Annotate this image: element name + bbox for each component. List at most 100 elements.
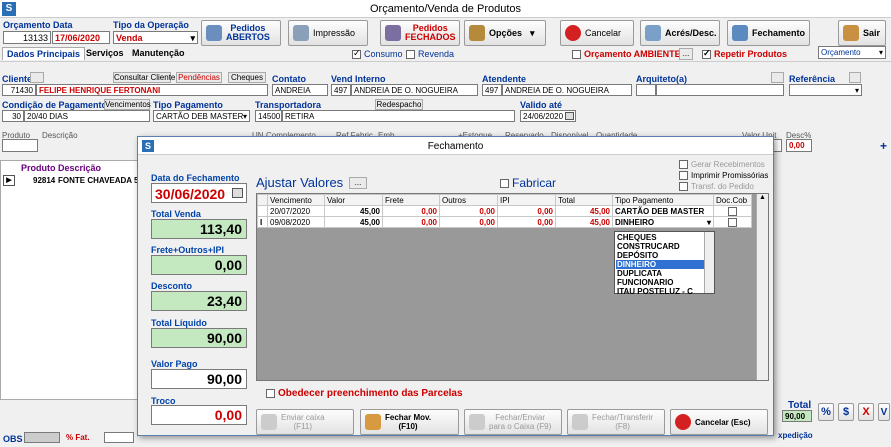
acres-desc-button[interactable]: Acrés/Desc. xyxy=(640,20,720,46)
dollar-button[interactable]: $ xyxy=(838,403,854,421)
obedecer-parcelas-checkbox[interactable]: Obedecer preenchimento das Parcelas xyxy=(266,388,463,399)
dropdown-scrollbar[interactable] xyxy=(704,232,714,293)
tipo-documento-select[interactable]: Orçamento ▾ xyxy=(818,46,886,59)
add-icon[interactable]: + xyxy=(880,139,887,153)
row-frete[interactable]: 0,00 xyxy=(382,205,440,217)
pendencias-button[interactable]: Pendências xyxy=(176,72,222,83)
arquiteto-nome-field[interactable] xyxy=(656,84,784,96)
dropdown-option[interactable]: DEPÓSITO xyxy=(617,251,658,260)
row-doc-cob[interactable] xyxy=(713,216,752,228)
valido-ate-field[interactable]: 24/06/2020 xyxy=(520,110,576,122)
contato-field[interactable]: ANDREIA xyxy=(272,84,328,96)
dropdown-option[interactable]: DUPLICATA xyxy=(617,269,662,278)
referencia-select[interactable]: ▾ xyxy=(789,84,862,96)
cheques-button[interactable]: Cheques xyxy=(228,72,266,83)
row-total[interactable]: 45,00 xyxy=(555,216,613,228)
row-ipi[interactable]: 0,00 xyxy=(497,205,556,217)
tipo-operacao-select[interactable]: Venda ▾ xyxy=(113,31,198,44)
vend-codigo-field[interactable]: 497 xyxy=(331,84,351,96)
vencimentos-button[interactable]: Vencimentos xyxy=(104,99,151,110)
atendente-codigo-field[interactable]: 497 xyxy=(482,84,502,96)
scroll-up-icon[interactable]: ▲ xyxy=(757,194,768,201)
condicao-codigo-field[interactable]: 30 xyxy=(2,110,24,122)
opcoes-button[interactable]: Opções ▾ xyxy=(464,20,546,46)
pedidos-fechados-button[interactable]: Pedidos FECHADOS xyxy=(380,20,460,46)
row-tipo-select[interactable]: DINHEIRO ▾ xyxy=(612,216,714,228)
row-vencimento[interactable]: 09/08/2020 xyxy=(267,216,325,228)
transp-nome-field[interactable]: RETIRA xyxy=(282,110,515,122)
condicao-nome-field[interactable]: 20/40 DIAS xyxy=(24,110,150,122)
imprimir-promissorias-checkbox[interactable]: Imprimir Promissórias xyxy=(679,171,768,181)
tab-dados-principais[interactable]: Dados Principais xyxy=(2,47,86,60)
row-valor[interactable]: 45,00 xyxy=(324,216,383,228)
fabricar-checkbox[interactable]: Fabricar xyxy=(500,176,556,190)
table-row[interactable]: I 09/08/2020 45,00 0,00 0,00 0,00 45,00 … xyxy=(257,216,752,228)
tipo-pagamento-dropdown[interactable]: CHEQUES CONSTRUCARD DEPÓSITO DINHEIRO DU… xyxy=(614,231,715,296)
row-ipi[interactable]: 0,00 xyxy=(497,216,556,228)
tab-servicos[interactable]: Serviços xyxy=(82,47,128,60)
row-vencimento[interactable]: 20/07/2020 xyxy=(267,205,325,217)
calendar-icon[interactable] xyxy=(232,188,243,198)
tab-manutencao[interactable]: Manutenção xyxy=(128,47,189,60)
consumo-checkbox[interactable]: Consumo xyxy=(352,48,403,60)
tipo-pagamento-select[interactable]: CARTÃO DEB MASTER ▾ xyxy=(153,110,250,122)
repetir-produtos-checkbox[interactable]: Repetir Produtos xyxy=(702,48,787,60)
orcamento-field[interactable]: 13133 xyxy=(3,31,51,44)
cancelar-esc-button[interactable]: Cancelar (Esc) xyxy=(670,409,768,435)
fechar-enviar-button[interactable]: Fechar/Enviar para o Caixa (F9) xyxy=(464,409,562,435)
pedidos-abertos-button[interactable]: Pedidos ABERTOS xyxy=(201,20,281,46)
orc-ambiente-checkbox[interactable]: Orçamento AMBIENTE xyxy=(572,49,681,60)
cliente-nome-field[interactable]: FELIPE HENRIQUE FERTONANI xyxy=(36,84,268,96)
cancelar-button[interactable]: Cancelar xyxy=(560,20,634,46)
dropdown-option-selected[interactable]: DINHEIRO xyxy=(616,260,704,269)
redespacho-button[interactable]: Redespacho xyxy=(375,99,423,110)
consultar-cliente-button[interactable]: Consultar Cliente xyxy=(113,72,175,83)
revenda-checkbox[interactable]: Revenda xyxy=(406,49,454,60)
dropdown-option[interactable]: ITAU POSTELUZ - C xyxy=(617,287,703,296)
row-outros[interactable]: 0,00 xyxy=(439,216,498,228)
row-outros[interactable]: 0,00 xyxy=(439,205,498,217)
delete-button[interactable]: X xyxy=(858,403,874,421)
transp-codigo-field[interactable]: 14500 xyxy=(255,110,282,122)
arquiteto-search-button[interactable] xyxy=(771,72,784,83)
enviar-caixa-button[interactable]: Enviar caixa (F11) xyxy=(256,409,354,435)
atendente-nome-field[interactable]: ANDREIA DE O. NOGUEIRA xyxy=(502,84,632,96)
row-total[interactable]: 45,00 xyxy=(555,205,613,217)
referencia-search-button[interactable] xyxy=(849,72,861,83)
data-fechamento-field[interactable]: 30/06/2020 xyxy=(151,183,247,203)
fechar-mov-button[interactable]: Fechar Mov. (F10) xyxy=(360,409,459,435)
row-tipo[interactable]: CARTÃO DEB MASTER xyxy=(612,205,714,217)
row-frete[interactable]: 0,00 xyxy=(382,216,440,228)
sair-button[interactable]: Sair xyxy=(838,20,886,46)
vend-interno-label: Vend Interno xyxy=(331,74,386,84)
fat-field[interactable] xyxy=(104,432,134,443)
fechar-transferir-button[interactable]: Fechar/Transferir (F8) xyxy=(567,409,665,435)
arquiteto-codigo-field[interactable] xyxy=(636,84,656,96)
orc-ambiente-dots-button[interactable]: ... xyxy=(679,48,693,60)
row-doc-cob[interactable] xyxy=(713,205,752,217)
row-valor[interactable]: 45,00 xyxy=(324,205,383,217)
obs-field[interactable] xyxy=(24,432,60,443)
gerar-recebimentos-checkbox[interactable]: Gerar Recebimentos xyxy=(679,160,765,170)
table-row[interactable]: ▶ 92814 FONTE CHAVEADA 5 xyxy=(1,175,141,187)
desc-pct-input[interactable]: 0,00 xyxy=(786,139,812,152)
checkbox-icon xyxy=(679,160,688,170)
dropdown-option[interactable]: CHEQUES xyxy=(617,233,657,242)
vend-nome-field[interactable]: ANDREIA DE O. NOGUEIRA xyxy=(351,84,478,96)
ajustar-valores-button[interactable]: ... xyxy=(349,177,367,189)
confirm-button[interactable]: V xyxy=(878,403,890,421)
cliente-search-button[interactable] xyxy=(30,72,44,83)
fechamento-button[interactable]: Fechamento xyxy=(727,20,810,46)
valor-pago-field[interactable]: 90,00 xyxy=(151,369,247,389)
dropdown-option[interactable]: FUNCIONARIO xyxy=(617,278,673,287)
impressao-button[interactable]: Impressão xyxy=(288,20,368,46)
transf-pedido-checkbox[interactable]: Transf. do Pedido xyxy=(679,182,754,192)
dropdown-option[interactable]: CONSTRUCARD xyxy=(617,242,680,251)
data-field[interactable]: 17/06/2020 xyxy=(52,31,110,44)
percent-button[interactable]: % xyxy=(818,403,834,421)
cliente-codigo-field[interactable]: 71430 xyxy=(2,84,36,96)
table-row[interactable]: 20/07/2020 45,00 0,00 0,00 0,00 45,00 CA… xyxy=(257,205,752,217)
produto-input[interactable] xyxy=(2,139,38,152)
grid-header-descricao: Descrição xyxy=(58,163,102,173)
grid-scrollbar[interactable]: ▲ xyxy=(756,194,768,380)
